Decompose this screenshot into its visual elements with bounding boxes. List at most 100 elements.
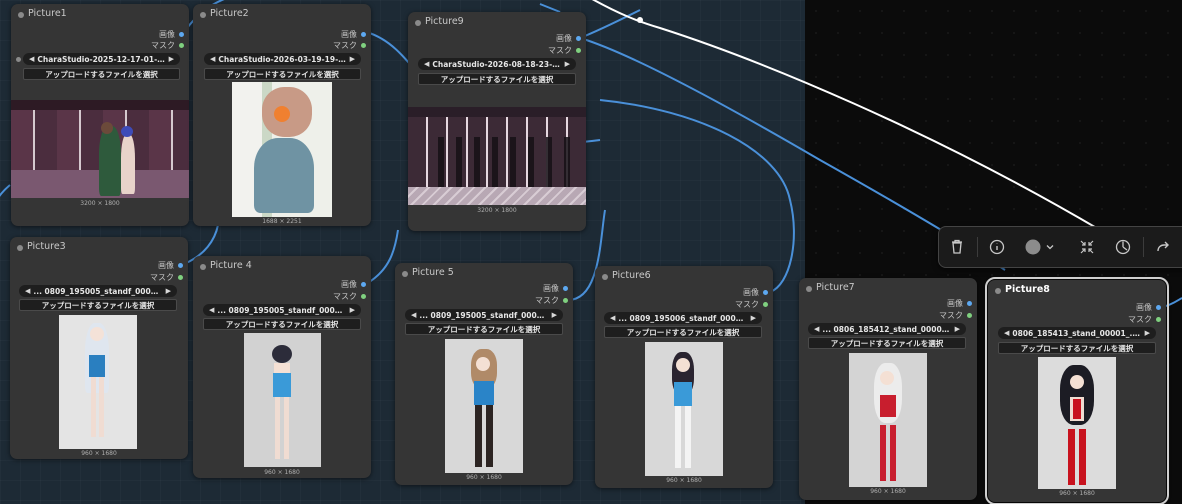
upload-button[interactable]: アップロードするファイルを選択: [204, 68, 361, 80]
output-image[interactable]: 画像: [341, 279, 366, 290]
output-port-icon[interactable]: [179, 43, 184, 48]
output-mask[interactable]: マスク: [735, 299, 768, 310]
output-mask[interactable]: マスク: [333, 291, 366, 302]
file-combo[interactable]: ◀... 0809_195005_standf_00001_.png▶: [19, 285, 177, 297]
upload-button[interactable]: アップロードするファイルを選択: [405, 323, 563, 335]
output-port-icon[interactable]: [763, 290, 768, 295]
collapse-toggle-icon[interactable]: [806, 286, 812, 292]
output-mask[interactable]: マスク: [535, 295, 568, 306]
collapse-toggle-icon[interactable]: [200, 12, 206, 18]
output-port-icon[interactable]: [361, 43, 366, 48]
node-title-bar[interactable]: Picture 5: [395, 263, 573, 285]
file-combo[interactable]: ◀CharaStudio-2025-12-17-01-57-51 ...▶: [23, 53, 180, 65]
right-arrow-icon[interactable]: ▶: [169, 55, 174, 63]
node-picture8[interactable]: Picture8 画像 マスク ◀ 0806_185413_stand_00001…: [985, 277, 1169, 504]
node-title-bar[interactable]: Picture2: [193, 4, 371, 26]
output-image[interactable]: 画像: [1136, 302, 1161, 313]
output-port-icon[interactable]: [763, 302, 768, 307]
output-port-icon[interactable]: [361, 282, 366, 287]
output-image[interactable]: 画像: [543, 283, 568, 294]
right-arrow-icon[interactable]: ▶: [751, 314, 756, 322]
file-combo[interactable]: ◀... 0809_195005_standf_00003_.png▶: [405, 309, 563, 321]
node-picture6[interactable]: Picture6 画像 マスク ◀... 0809_195006_standf_…: [595, 266, 773, 488]
upload-button[interactable]: アップロードするファイルを選択: [203, 318, 361, 330]
collapse-toggle-icon[interactable]: [200, 264, 206, 270]
bypass-icon[interactable]: [1113, 237, 1133, 257]
collapse-toggle-icon[interactable]: [402, 271, 408, 277]
node-title-bar[interactable]: Picture1: [11, 4, 189, 26]
collapse-toggle-icon[interactable]: [602, 274, 608, 280]
node-picture4[interactable]: Picture 4 画像 マスク ◀... 0809_195005_standf…: [193, 256, 371, 478]
node-title-bar[interactable]: Picture3: [10, 237, 188, 259]
node-title-bar[interactable]: Picture9: [408, 12, 586, 34]
file-combo[interactable]: ◀CharaStudio-2026-03-19-19-57-1 ...▶: [204, 53, 361, 65]
file-combo[interactable]: ◀ 0806_185413_stand_00001_.png ▶: [998, 327, 1156, 339]
upload-button[interactable]: アップロードするファイルを選択: [604, 326, 762, 338]
output-port-icon[interactable]: [576, 36, 581, 41]
redo-icon[interactable]: [1153, 237, 1173, 257]
collapse-toggle-icon[interactable]: [415, 20, 421, 26]
collapse-icon[interactable]: [1077, 237, 1097, 257]
output-mask[interactable]: マスク: [150, 272, 183, 283]
output-label: 画像: [543, 284, 559, 293]
collapse-toggle-icon[interactable]: [17, 245, 23, 251]
info-icon[interactable]: [987, 237, 1007, 257]
output-mask[interactable]: マスク: [151, 40, 184, 51]
node-picture7[interactable]: Picture7 画像 マスク ◀... 0806_185412_stand_0…: [799, 278, 977, 500]
node-picture1[interactable]: Picture1 画像 マスク ◀ CharaStudio-2025-12-17-…: [11, 4, 189, 226]
node-title-bar[interactable]: Picture8: [988, 280, 1166, 302]
output-port-icon[interactable]: [563, 298, 568, 303]
output-port-icon[interactable]: [967, 313, 972, 318]
node-title-bar[interactable]: Picture 4: [193, 256, 371, 278]
output-image[interactable]: 画像: [341, 29, 366, 40]
image-preview: [59, 315, 137, 449]
right-arrow-icon[interactable]: ▶: [166, 287, 171, 295]
output-image[interactable]: 画像: [743, 287, 768, 298]
file-combo[interactable]: ◀... 0809_195006_standf_00001_.png▶: [604, 312, 762, 324]
output-port-icon[interactable]: [576, 48, 581, 53]
node-picture9[interactable]: Picture9 画像 マスク ◀ CharaStudio-2026-08-18-…: [408, 12, 586, 231]
node-title-bar[interactable]: Picture6: [595, 266, 773, 288]
output-mask[interactable]: マスク: [1128, 314, 1161, 325]
upload-button[interactable]: アップロードするファイルを選択: [23, 68, 180, 80]
output-port-icon[interactable]: [1156, 305, 1161, 310]
right-arrow-icon[interactable]: ▶: [350, 55, 355, 63]
upload-button[interactable]: アップロードするファイルを選択: [808, 337, 966, 349]
collapse-toggle-icon[interactable]: [18, 12, 24, 18]
upload-button[interactable]: アップロードするファイルを選択: [998, 342, 1156, 354]
right-arrow-icon[interactable]: ▶: [552, 311, 557, 319]
upload-button[interactable]: アップロードするファイルを選択: [19, 299, 177, 311]
node-picture3[interactable]: Picture3 画像 マスク ◀... 0809_195005_standf_…: [10, 237, 188, 459]
trash-icon[interactable]: [947, 237, 967, 257]
output-image[interactable]: 画像: [159, 29, 184, 40]
output-port-icon[interactable]: [179, 32, 184, 37]
output-port-icon[interactable]: [178, 263, 183, 268]
node-picture2[interactable]: Picture2 画像 マスク ◀ CharaStudio-2026-03-19-…: [193, 4, 371, 226]
output-mask[interactable]: マスク: [333, 40, 366, 51]
upload-button[interactable]: アップロードするファイルを選択: [418, 73, 576, 85]
output-port-icon[interactable]: [361, 32, 366, 37]
output-port-icon[interactable]: [178, 275, 183, 280]
right-arrow-icon[interactable]: ▶: [350, 306, 355, 314]
file-combo[interactable]: ◀... 0809_195005_standf_00002_.png▶: [203, 304, 361, 316]
input-port-icon[interactable]: [16, 57, 21, 62]
collapse-toggle-icon[interactable]: [995, 288, 1001, 294]
output-mask[interactable]: マスク: [939, 310, 972, 321]
output-port-icon[interactable]: [563, 286, 568, 291]
output-mask[interactable]: マスク: [548, 45, 581, 56]
color-picker-button[interactable]: [1023, 237, 1057, 257]
output-image[interactable]: 画像: [556, 33, 581, 44]
node-picture5[interactable]: Picture 5 画像 マスク ◀... 0809_195005_standf…: [395, 263, 573, 485]
right-arrow-icon[interactable]: ▶: [1145, 329, 1150, 337]
output-port-icon[interactable]: [361, 294, 366, 299]
output-image[interactable]: 画像: [947, 298, 972, 309]
right-arrow-icon[interactable]: ▶: [565, 60, 570, 68]
output-image[interactable]: 画像: [158, 260, 183, 271]
node-title-bar[interactable]: Picture7: [799, 278, 977, 300]
output-port-icon[interactable]: [1156, 317, 1161, 322]
node-graph-canvas[interactable]: Picture1 画像 マスク ◀ CharaStudio-2025-12-17-…: [0, 0, 1182, 504]
file-combo[interactable]: ◀CharaStudio-2026-08-18-23-02-4...▶: [418, 58, 576, 70]
file-combo[interactable]: ◀... 0806_185412_stand_00002_.png▶: [808, 323, 966, 335]
right-arrow-icon[interactable]: ▶: [955, 325, 960, 333]
output-port-icon[interactable]: [967, 301, 972, 306]
